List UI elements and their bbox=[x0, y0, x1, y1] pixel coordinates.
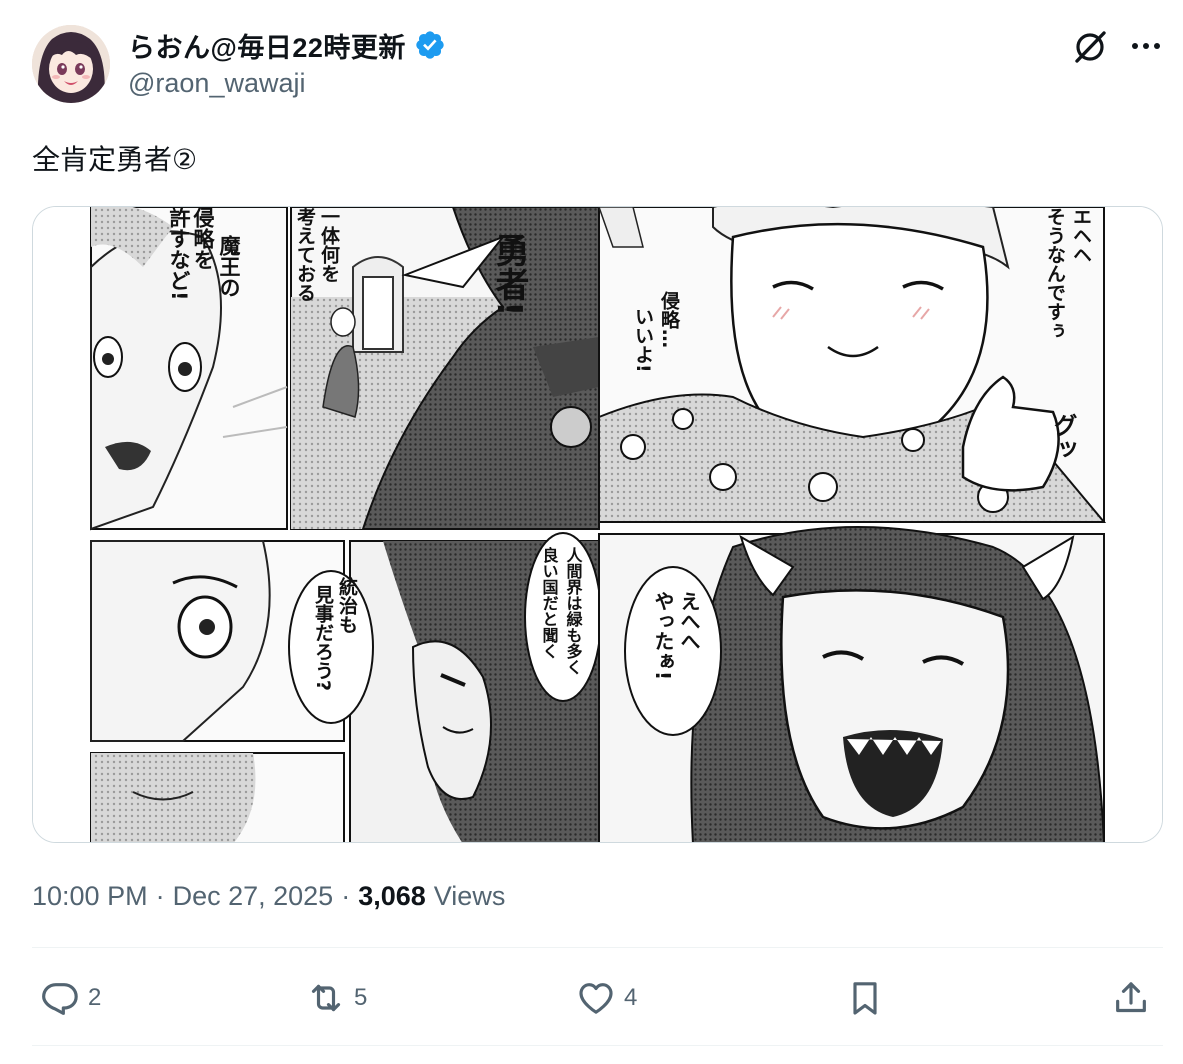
svg-text:人間界は緑も多く: 人間界は緑も多く bbox=[564, 547, 583, 675]
svg-text:侵略を: 侵略を bbox=[191, 207, 216, 270]
divider bbox=[32, 947, 1163, 948]
svg-text:いいよ!: いいよ! bbox=[632, 307, 654, 373]
svg-text:統治も: 統治も bbox=[336, 576, 358, 634]
svg-text:許すなど!: 許すなど! bbox=[167, 207, 191, 301]
bookmark-button[interactable] bbox=[845, 970, 885, 1026]
reply-button[interactable]: 2 bbox=[40, 970, 101, 1026]
svg-text:エヘヘ: エヘヘ bbox=[1070, 207, 1092, 264]
svg-text:考えておる: 考えておる bbox=[294, 207, 316, 302]
repost-button[interactable]: 5 bbox=[306, 970, 367, 1026]
repost-count: 5 bbox=[354, 984, 368, 1011]
tweet-media-image[interactable]: 魔王の 侵略を 許すなど! 一体何を 考えておる 勇者! エヘヘ そうなんですぅ… bbox=[32, 206, 1163, 843]
svg-text:えへへ: えへへ bbox=[677, 591, 701, 651]
bookmark-icon bbox=[853, 982, 877, 1015]
views-label: Views bbox=[433, 880, 506, 911]
verified-badge-icon bbox=[416, 31, 444, 59]
share-button[interactable] bbox=[1111, 970, 1151, 1026]
tweet-detail: らおん@毎日22時更新 @raon_wawaji 全肯定勇者② 魔王の 侵略を … bbox=[0, 0, 1183, 1064]
avatar-image bbox=[32, 25, 110, 103]
panel-8 bbox=[598, 526, 1105, 842]
manga-page: 魔王の 侵略を 許すなど! 一体何を 考えておる 勇者! エヘヘ そうなんですぅ… bbox=[33, 207, 1162, 842]
panel4-sfx: グッ bbox=[1049, 413, 1077, 461]
meta-separator: · bbox=[341, 880, 351, 911]
author-name-row[interactable]: らおん@毎日22時更新 bbox=[128, 26, 446, 64]
svg-text:侵略…: 侵略… bbox=[658, 290, 681, 348]
panel-4 bbox=[598, 207, 1107, 523]
reply-icon bbox=[42, 983, 78, 1015]
svg-text:良い国だと聞く: 良い国だと聞く bbox=[540, 546, 559, 659]
more-options-icon[interactable] bbox=[1128, 28, 1164, 64]
author-display-name[interactable]: らおん@毎日22時更新 bbox=[128, 26, 406, 65]
repost-icon bbox=[311, 984, 341, 1012]
grok-icon[interactable] bbox=[1071, 28, 1109, 66]
divider bbox=[32, 1045, 1163, 1046]
panel-6 bbox=[90, 752, 345, 842]
svg-text:魔王の: 魔王の bbox=[217, 234, 241, 298]
action-bar: 2 5 4 bbox=[0, 970, 1183, 1026]
share-icon bbox=[1116, 982, 1146, 1013]
post-time[interactable]: 10:00 PM bbox=[32, 881, 148, 912]
like-button[interactable]: 4 bbox=[576, 970, 637, 1026]
tweet-text: 全肯定勇者② bbox=[32, 144, 198, 175]
meta-separator: · bbox=[155, 880, 165, 911]
like-count: 4 bbox=[624, 984, 638, 1011]
panel3-shout: 勇者! bbox=[489, 233, 529, 317]
post-date[interactable]: Dec 27, 2025 bbox=[173, 881, 334, 912]
author-handle[interactable]: @raon_wawaji bbox=[128, 68, 306, 99]
reply-count: 2 bbox=[88, 984, 102, 1011]
svg-text:そうなんですぅ: そうなんですぅ bbox=[1044, 207, 1066, 340]
author-avatar[interactable] bbox=[32, 25, 110, 103]
svg-text:一体何を: 一体何を bbox=[318, 207, 340, 283]
tweet-meta: 10:00 PM · Dec 27, 2025 · 3,068 Views bbox=[32, 876, 505, 916]
svg-text:やったぁ!: やったぁ! bbox=[651, 591, 675, 681]
heart-icon bbox=[579, 983, 613, 1014]
svg-text:見事だろう?: 見事だろう? bbox=[312, 585, 334, 691]
views-count: 3,068 bbox=[358, 880, 426, 911]
